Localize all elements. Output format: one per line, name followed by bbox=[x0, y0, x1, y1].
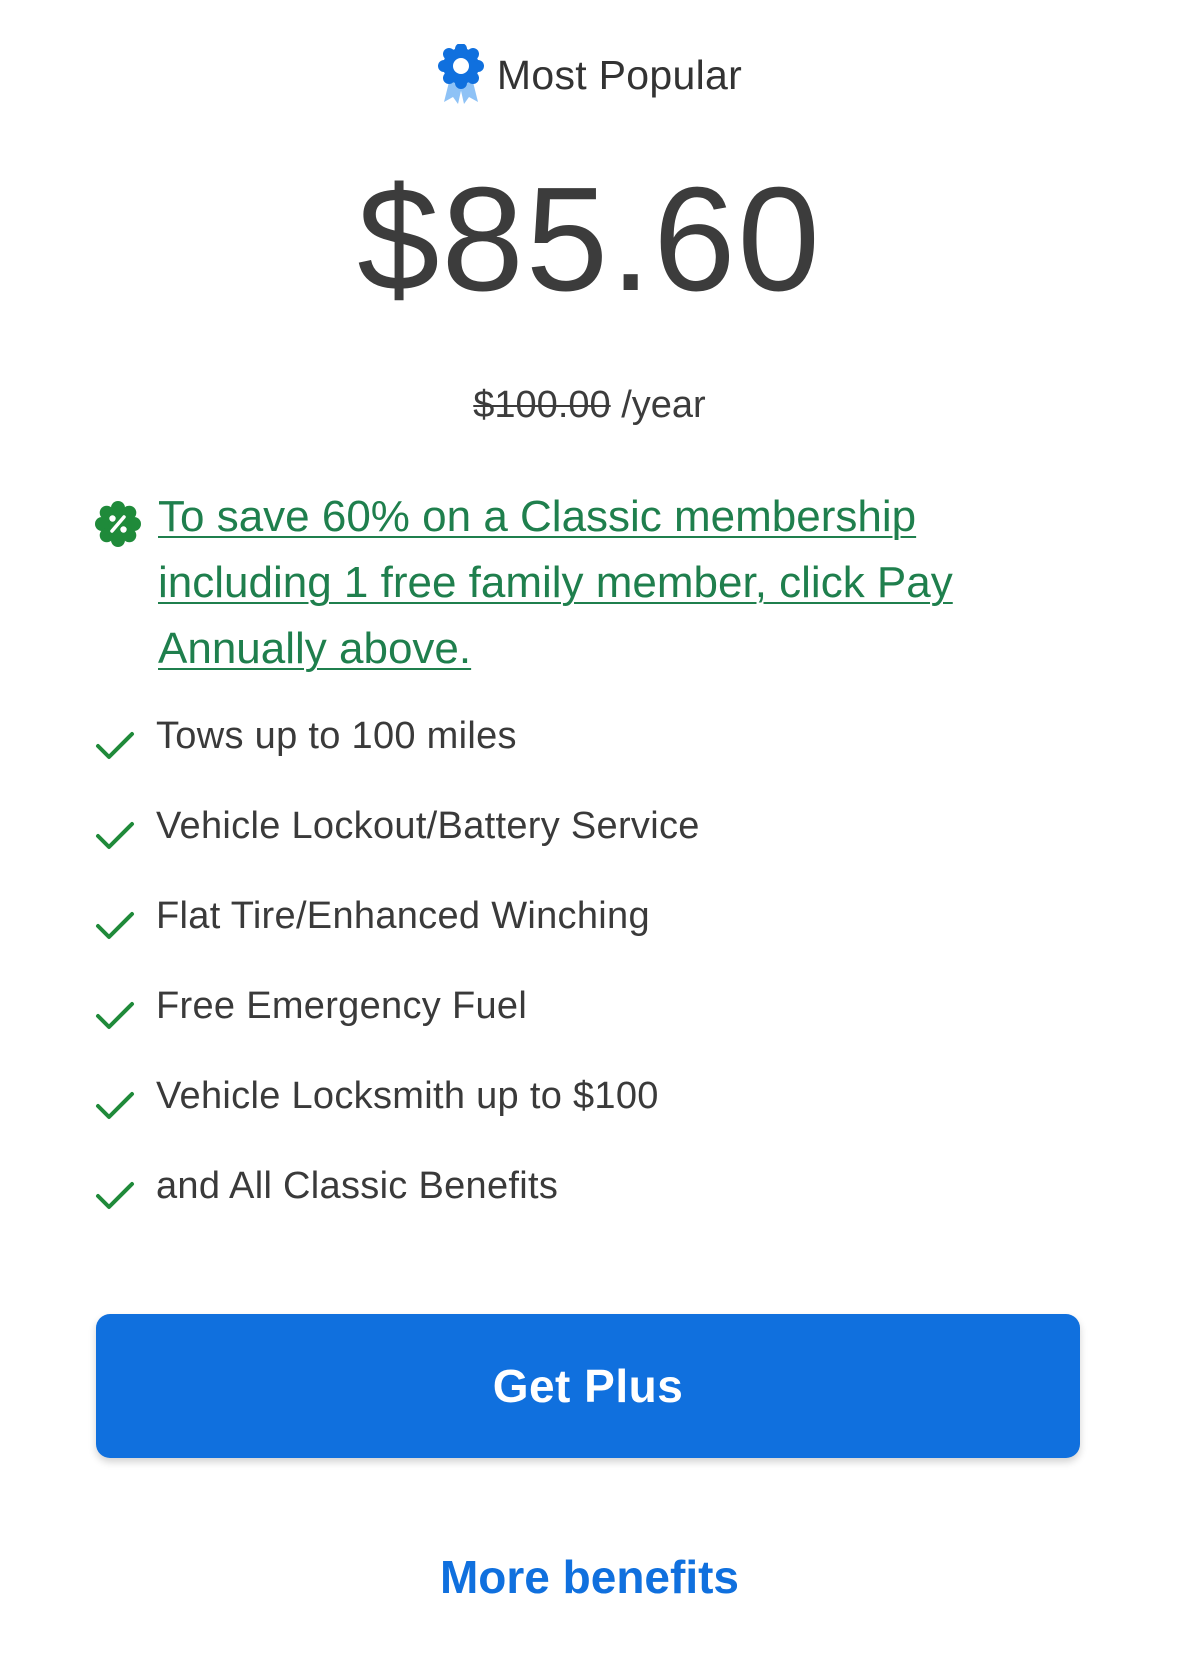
feature-list: Tows up to 100 miles Vehicle Lockout/Bat… bbox=[94, 710, 1094, 1250]
check-icon bbox=[96, 732, 134, 759]
award-ribbon-icon bbox=[437, 44, 484, 104]
price-amount: $85.60 bbox=[357, 157, 822, 322]
feature-label: and All Classic Benefits bbox=[156, 1165, 559, 1207]
check-icon bbox=[96, 1182, 134, 1209]
feature-item: and All Classic Benefits bbox=[94, 1160, 1094, 1250]
check-icon bbox=[96, 1002, 134, 1029]
promo-row: To save 60% on a Classic membership incl… bbox=[94, 484, 1094, 682]
feature-item: Free Emergency Fuel bbox=[94, 980, 1094, 1070]
more-benefits-link[interactable]: More benefits bbox=[0, 1550, 1179, 1604]
most-popular-badge: Most Popular bbox=[0, 44, 1179, 106]
check-icon bbox=[96, 912, 134, 939]
badge-label: Most Popular bbox=[496, 51, 743, 98]
get-plus-button[interactable]: Get Plus bbox=[96, 1314, 1080, 1458]
feature-label: Tows up to 100 miles bbox=[156, 715, 517, 757]
feature-item: Vehicle Lockout/Battery Service bbox=[94, 800, 1094, 890]
discount-badge-icon bbox=[95, 501, 141, 547]
feature-item: Vehicle Locksmith up to $100 bbox=[94, 1070, 1094, 1160]
promo-link[interactable]: To save 60% on a Classic membership incl… bbox=[158, 484, 1058, 682]
feature-item: Flat Tire/Enhanced Winching bbox=[94, 890, 1094, 980]
feature-label: Free Emergency Fuel bbox=[156, 985, 528, 1027]
feature-item: Tows up to 100 miles bbox=[94, 710, 1094, 800]
original-price: $100.00 bbox=[473, 384, 611, 426]
feature-label: Flat Tire/Enhanced Winching bbox=[156, 895, 650, 937]
check-icon bbox=[96, 822, 134, 849]
check-icon bbox=[96, 1092, 134, 1119]
price-details: $100.00 /year bbox=[0, 384, 1179, 427]
billing-period: /year bbox=[610, 384, 706, 426]
feature-label: Vehicle Locksmith up to $100 bbox=[156, 1075, 659, 1117]
feature-label: Vehicle Lockout/Battery Service bbox=[156, 805, 700, 847]
